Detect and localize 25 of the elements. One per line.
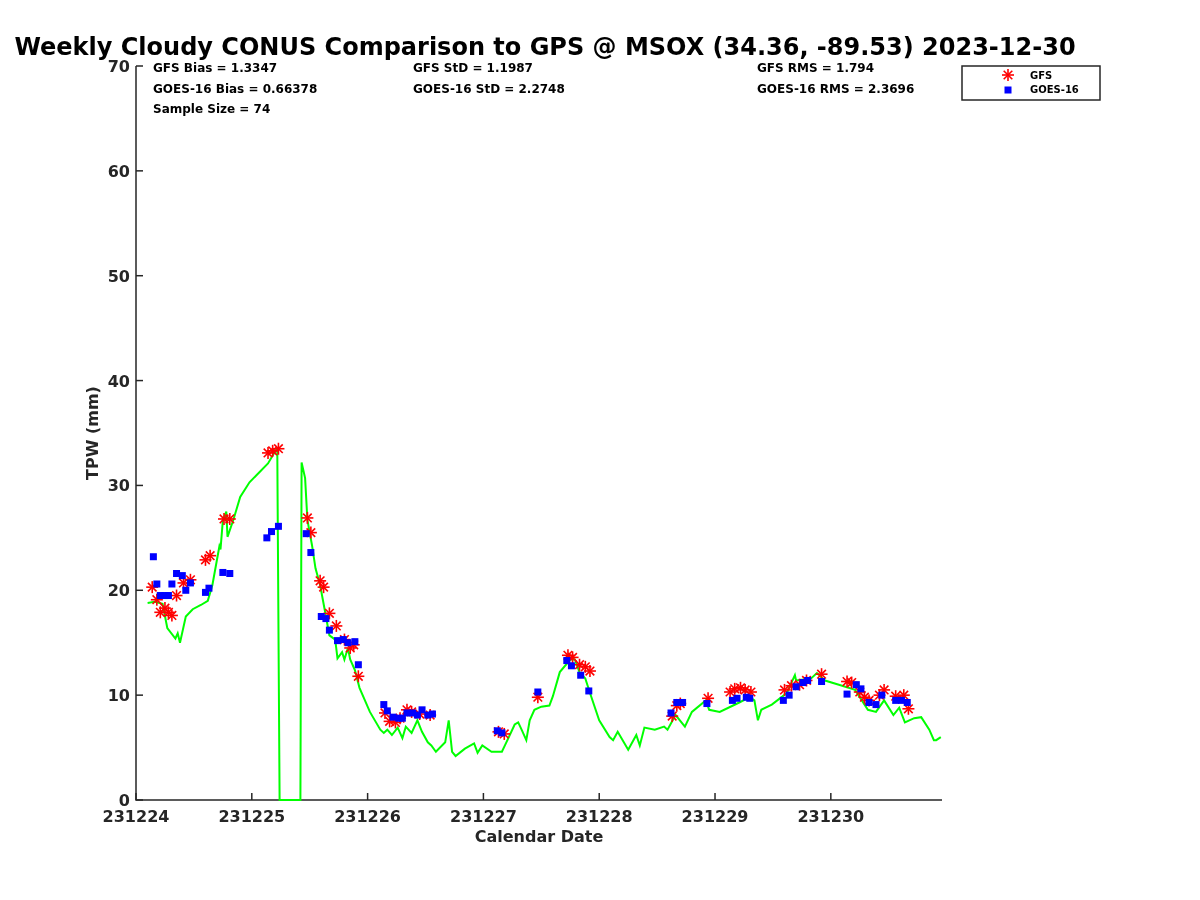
- y-tick-label: 0: [118, 791, 130, 810]
- y-tick-label: 40: [107, 371, 130, 391]
- x-tick-label: 231229: [681, 807, 749, 826]
- statistic-text: GFS RMS = 1.794: [757, 61, 875, 75]
- y-tick-label: 60: [107, 161, 130, 181]
- x-axis-label: Calendar Date: [474, 827, 604, 846]
- statistic-text: GFS StD = 1.1987: [413, 61, 533, 75]
- y-tick-label: 50: [107, 266, 130, 286]
- legend-label: GOES-16: [1030, 84, 1079, 95]
- y-tick-label: 10: [107, 686, 130, 706]
- y-tick-label: 20: [107, 581, 130, 601]
- statistic-text: GOES-16 RMS = 2.3696: [757, 81, 915, 96]
- statistic-text: GOES-16 Bias = 0.66378: [153, 81, 318, 96]
- x-tick-label: 231226: [334, 807, 401, 826]
- x-tick-label: 231224: [102, 807, 170, 826]
- x-tick-label: 231225: [218, 807, 286, 826]
- statistic-text: GFS Bias = 1.3347: [153, 61, 278, 75]
- statistic-text: Sample Size = 74: [153, 102, 271, 116]
- y-tick-label: 30: [107, 476, 130, 496]
- x-tick-label: 231227: [450, 807, 517, 826]
- y-axis-label: TPW (mm): [83, 386, 102, 480]
- x-tick-label: 231230: [797, 807, 865, 826]
- legend-label: GFS: [1030, 70, 1053, 81]
- statistic-text: GOES-16 StD = 2.2748: [413, 81, 565, 96]
- x-tick-label: 231228: [565, 807, 633, 826]
